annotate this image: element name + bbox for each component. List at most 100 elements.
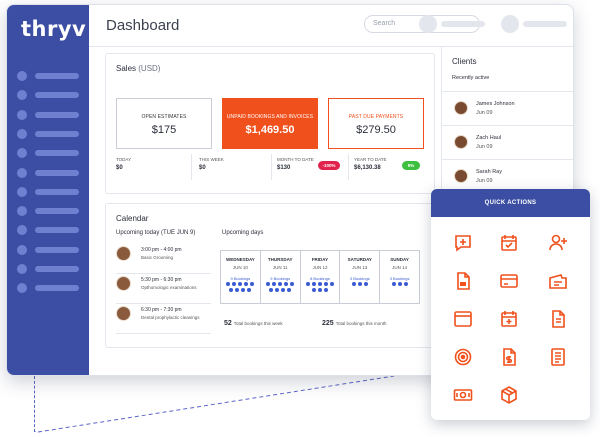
stat-divider bbox=[191, 154, 192, 180]
credit-card-icon[interactable] bbox=[499, 271, 519, 291]
client-date: Jun 09 bbox=[476, 110, 493, 116]
total-number: 225 bbox=[322, 320, 334, 327]
stat-divider bbox=[271, 154, 272, 180]
booking-dot bbox=[244, 282, 249, 286]
booking-dot bbox=[363, 282, 368, 286]
target-icon[interactable] bbox=[453, 347, 473, 367]
sidebar-nav-item[interactable] bbox=[17, 244, 83, 255]
list-document-icon[interactable] bbox=[548, 347, 568, 367]
stat-label: TODAY bbox=[116, 157, 132, 162]
thryv-logo[interactable]: thryv bbox=[21, 17, 86, 41]
sidebar-nav-item[interactable] bbox=[17, 148, 83, 159]
upcoming-days-heading: Upcoming days bbox=[222, 230, 264, 236]
nav-label-placeholder bbox=[35, 150, 79, 157]
day-column-saturday[interactable]: SATURDAY JUN 13 3 Bookings bbox=[340, 251, 381, 303]
booking-dot bbox=[357, 282, 362, 286]
nav-icon-placeholder bbox=[17, 71, 27, 81]
booking-dot bbox=[311, 282, 316, 286]
client-row[interactable]: Sarah Ray Jun 09 bbox=[442, 159, 573, 193]
sales-card: Sales (USD) OPEN ESTIMATES $175 UNPAID B… bbox=[105, 53, 435, 194]
sidebar-nav-item[interactable] bbox=[17, 206, 83, 217]
day-bookings-link[interactable]: 9 Bookings bbox=[261, 276, 300, 281]
booking-dot bbox=[317, 288, 322, 292]
kpi-open-estimates[interactable]: OPEN ESTIMATES $175 bbox=[116, 98, 212, 149]
client-row[interactable]: Zach Haul Jun 09 bbox=[442, 125, 573, 159]
stat-this-week: THIS WEEK $0 bbox=[199, 157, 224, 179]
booking-dot bbox=[290, 282, 295, 286]
sidebar-nav-item[interactable] bbox=[17, 283, 83, 294]
package-icon[interactable] bbox=[499, 385, 519, 405]
day-column-wednesday[interactable]: WEDNESDAY JUN 10 9 Bookings bbox=[221, 251, 261, 303]
stat-divider bbox=[348, 154, 349, 180]
day-date: JUN 13 bbox=[352, 265, 368, 270]
client-name: James Johnson bbox=[476, 101, 515, 107]
total-bookings-month: 225 Total bookings this month bbox=[322, 320, 386, 327]
booking-dot bbox=[229, 288, 234, 292]
booking-dot bbox=[269, 288, 274, 292]
document-icon[interactable] bbox=[453, 271, 473, 291]
clients-subtitle: Recently active bbox=[452, 75, 490, 81]
kpi-value: $279.50 bbox=[356, 124, 396, 136]
booking-dot bbox=[311, 288, 316, 292]
booking-dot bbox=[250, 282, 255, 286]
day-bookings-link[interactable]: 9 Bookings bbox=[221, 276, 260, 281]
day-bookings-link[interactable]: 3 Bookings bbox=[380, 276, 419, 281]
add-user-icon[interactable] bbox=[548, 233, 568, 253]
page-title: Dashboard bbox=[106, 17, 180, 34]
booking-dot bbox=[305, 282, 310, 286]
kpi-past-due[interactable]: PAST DUE PAYMENTS $279.50 bbox=[328, 98, 424, 149]
calendar-title: Calendar bbox=[116, 214, 149, 223]
day-column-sunday[interactable]: SUNDAY JUN 14 3 Bookings bbox=[380, 251, 419, 303]
client-row[interactable]: James Johnson Jun 09 bbox=[442, 91, 573, 125]
day-column-friday[interactable]: FRIDAY JUN 12 8 Bookings bbox=[301, 251, 341, 303]
booking-dots bbox=[304, 282, 337, 292]
sales-title-text: Sales bbox=[116, 64, 137, 73]
sales-title: Sales (USD) bbox=[116, 64, 160, 73]
upcoming-today-heading: Upcoming today (TUE JUN 9) bbox=[116, 230, 196, 236]
kpi-unpaid-bookings[interactable]: UNPAID BOOKINGS AND INVOICES $1,469.50 bbox=[222, 98, 318, 149]
nav-icon-placeholder bbox=[17, 206, 27, 217]
day-name: THURSDAY bbox=[267, 257, 293, 262]
day-name: WEDNESDAY bbox=[225, 257, 255, 262]
day-bookings-link[interactable]: 3 Bookings bbox=[340, 276, 379, 281]
calendar-check-icon[interactable] bbox=[499, 233, 519, 253]
sidebar-nav-item[interactable] bbox=[17, 186, 83, 197]
nav-label-placeholder bbox=[35, 208, 79, 215]
kpi-value: $1,469.50 bbox=[245, 124, 295, 136]
booking-dot bbox=[323, 288, 328, 292]
booking-dot bbox=[247, 288, 252, 292]
day-name: FRIDAY bbox=[311, 257, 329, 262]
sidebar-nav-item[interactable] bbox=[17, 128, 83, 139]
booking-dot bbox=[397, 282, 402, 286]
nav-label-placeholder bbox=[35, 111, 79, 118]
avatar bbox=[116, 246, 131, 261]
appointment-time: 6:30 pm - 7:30 pm bbox=[141, 307, 182, 313]
user-avatar-2[interactable] bbox=[501, 15, 519, 33]
invoice-dollar-icon[interactable] bbox=[499, 347, 519, 367]
day-bookings-link[interactable]: 8 Bookings bbox=[301, 276, 340, 281]
appointment-item[interactable]: 5:30 pm - 6:30 pm Opthomologic examinati… bbox=[116, 274, 211, 304]
file-icon[interactable] bbox=[548, 309, 568, 329]
booking-dot bbox=[317, 282, 322, 286]
calendar-plus-icon[interactable] bbox=[499, 309, 519, 329]
nav-icon-placeholder bbox=[17, 128, 27, 139]
sidebar-nav-item[interactable] bbox=[17, 71, 83, 81]
sidebar-nav-item[interactable] bbox=[17, 264, 83, 274]
appointment-description: Opthomologic examinations bbox=[141, 285, 197, 290]
sidebar-nav-item[interactable] bbox=[17, 225, 83, 236]
ticket-icon[interactable] bbox=[548, 271, 568, 291]
add-comment-icon[interactable] bbox=[453, 233, 473, 253]
booking-dots bbox=[264, 282, 297, 292]
booking-dot bbox=[232, 282, 237, 286]
browser-window-icon[interactable] bbox=[453, 309, 473, 329]
user-avatar-1[interactable] bbox=[419, 15, 437, 33]
day-column-thursday[interactable]: THURSDAY JUN 11 9 Bookings bbox=[261, 251, 301, 303]
appointment-item[interactable]: 3:00 pm - 4:00 pm Basic Grooming bbox=[116, 244, 211, 274]
sidebar-nav-item[interactable] bbox=[17, 90, 83, 101]
sidebar-nav-item[interactable] bbox=[17, 109, 83, 120]
appointment-item[interactable]: 6:30 pm - 7:30 pm Dental prophylactic cl… bbox=[116, 304, 211, 334]
nav-label-placeholder bbox=[35, 188, 79, 195]
sidebar-nav-item[interactable] bbox=[17, 167, 83, 178]
day-date: JUN 12 bbox=[312, 265, 328, 270]
cash-icon[interactable] bbox=[453, 385, 473, 405]
